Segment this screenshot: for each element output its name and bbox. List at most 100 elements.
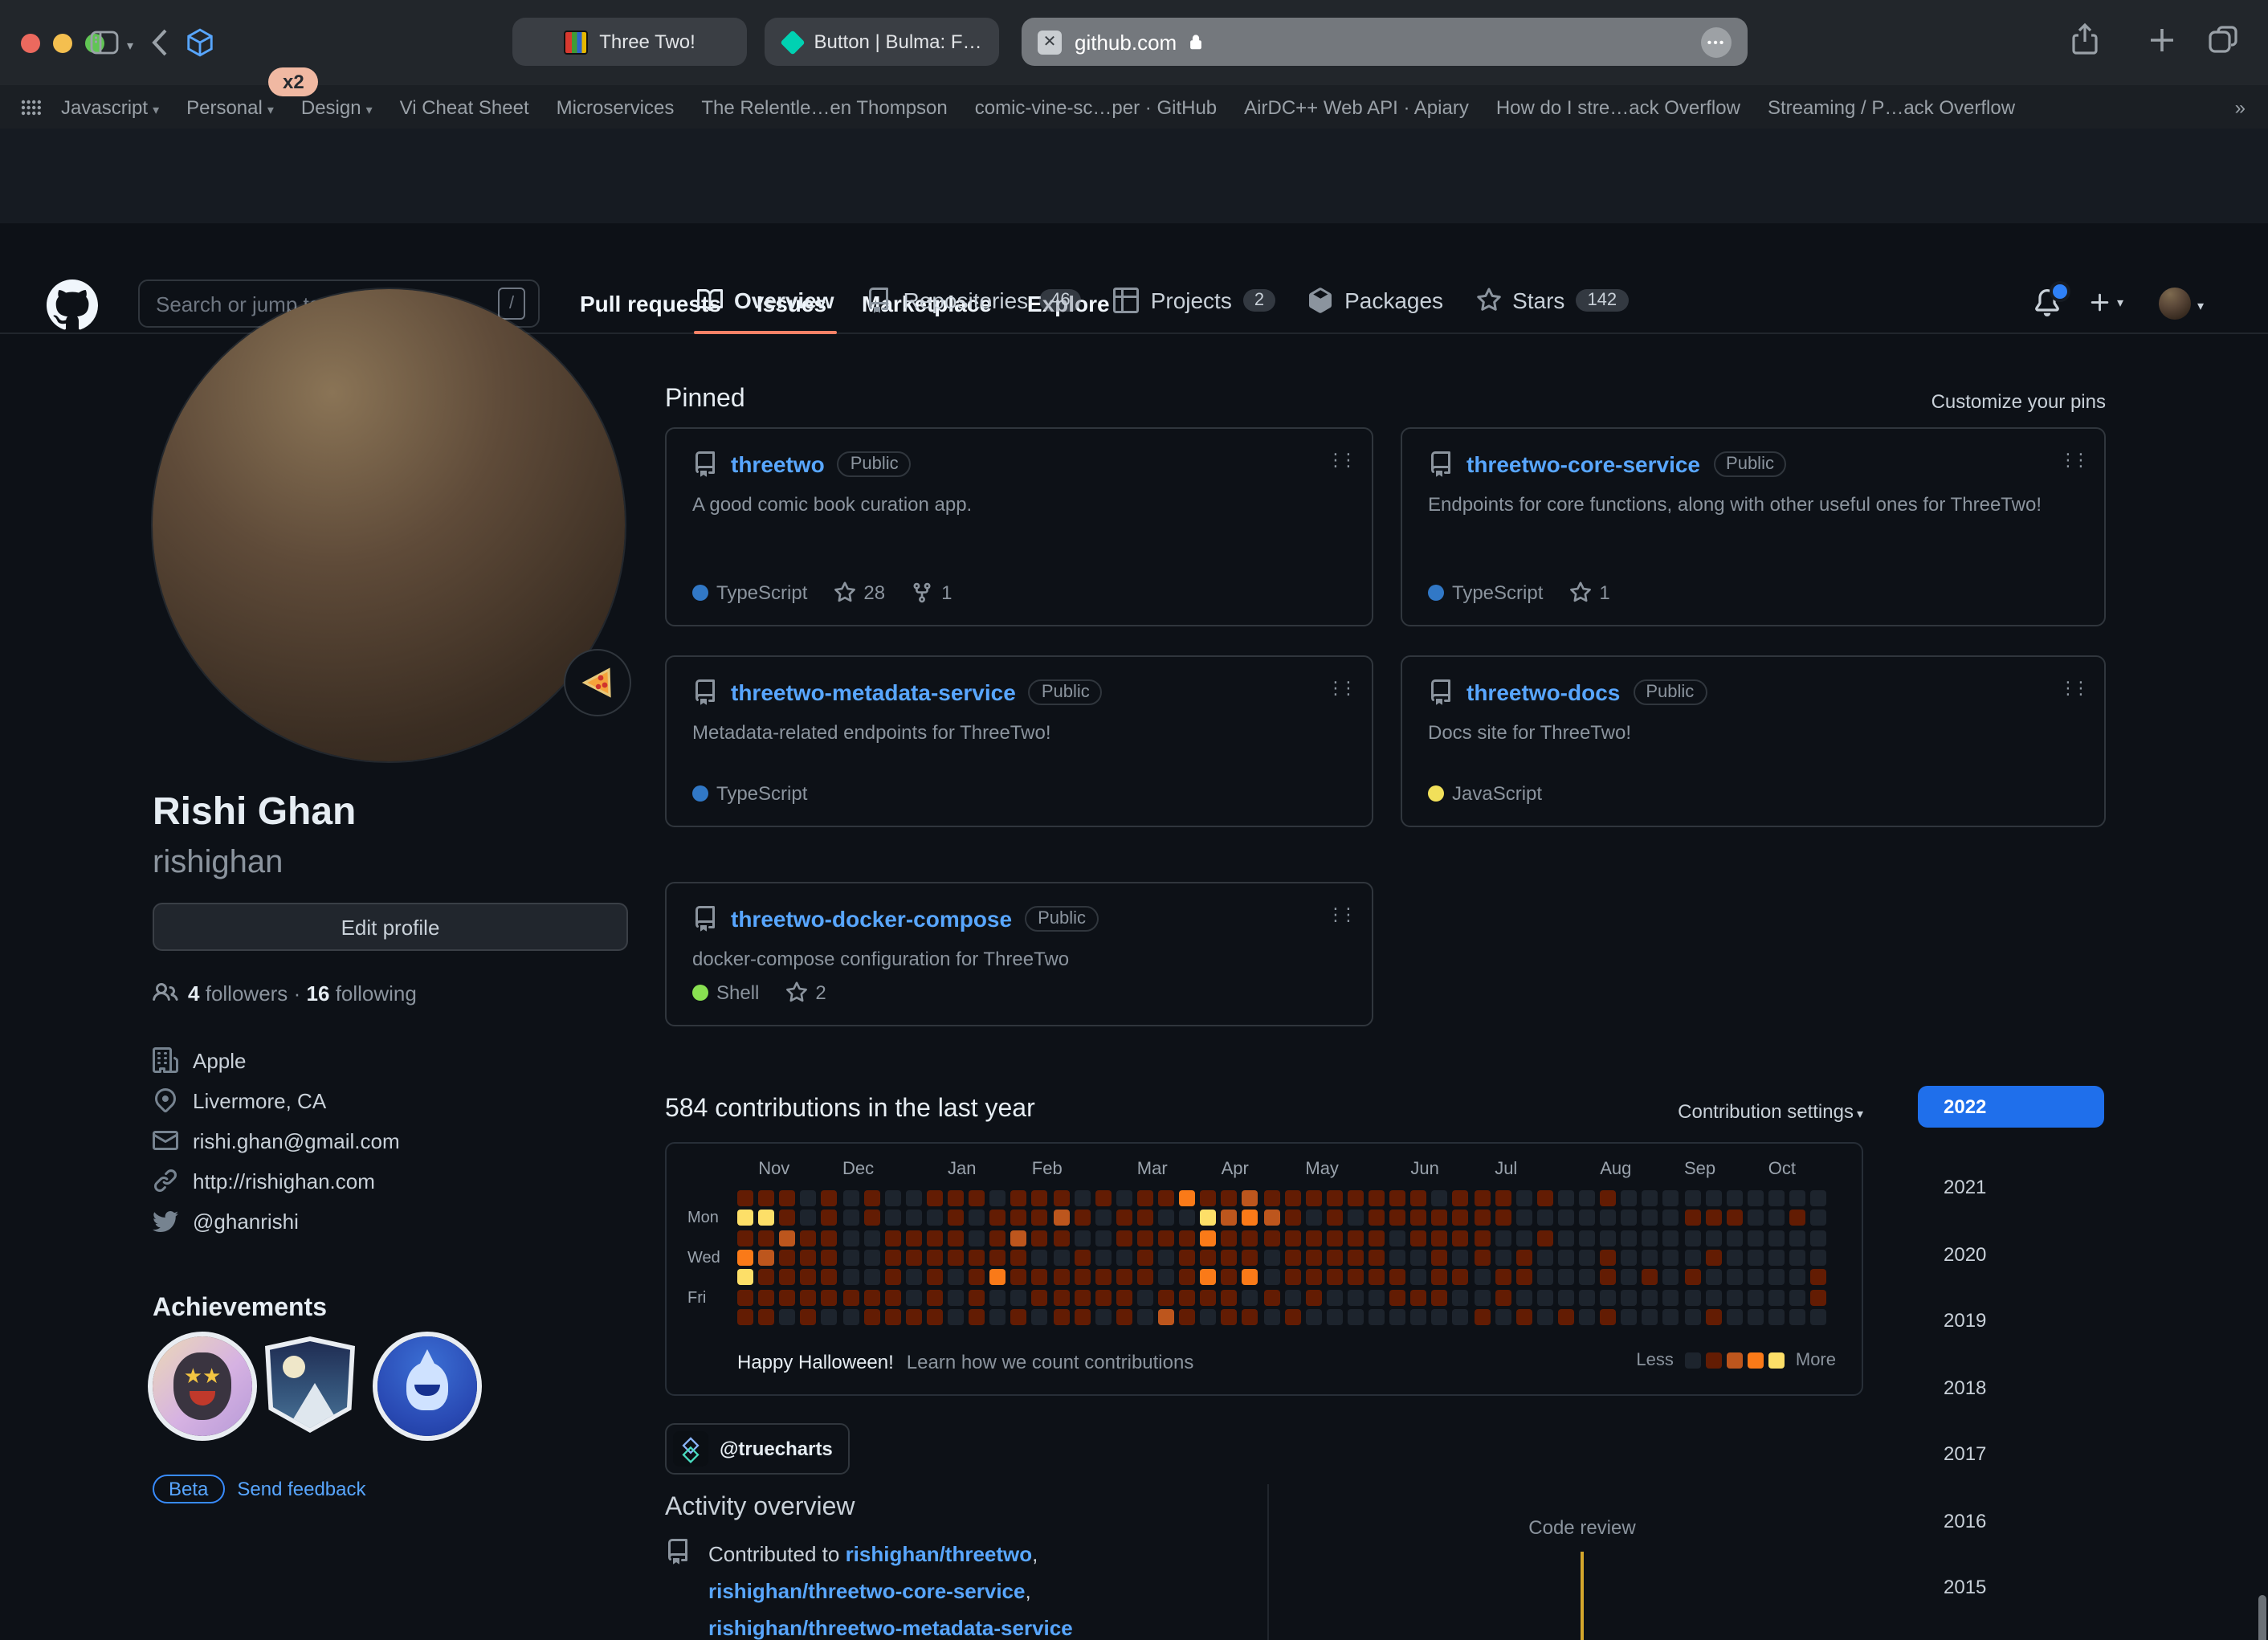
contribution-cell[interactable] (1726, 1190, 1742, 1206)
box-extension-icon[interactable] (185, 27, 215, 58)
contribution-cell[interactable] (1705, 1230, 1721, 1246)
contribution-cell[interactable] (906, 1309, 922, 1325)
contribution-cell[interactable] (1789, 1309, 1805, 1325)
count-contributions-link[interactable]: Learn how we count contributions (907, 1351, 1194, 1373)
contribution-cell[interactable] (969, 1190, 985, 1206)
contribution-cell[interactable] (1621, 1210, 1637, 1226)
contribution-cell[interactable] (842, 1309, 859, 1325)
contribution-cell[interactable] (927, 1190, 943, 1206)
profile-detail-text[interactable]: @ghanrishi (193, 1209, 299, 1233)
contribution-cell[interactable] (1242, 1190, 1258, 1206)
contribution-cell[interactable] (822, 1210, 838, 1226)
contribution-cell[interactable] (1705, 1270, 1721, 1286)
contribution-cell[interactable] (1558, 1250, 1574, 1266)
contribution-cell[interactable] (1284, 1210, 1300, 1226)
contribution-cell[interactable] (1074, 1289, 1090, 1305)
contribution-cell[interactable] (1116, 1270, 1132, 1286)
contribution-cell[interactable] (1158, 1190, 1174, 1206)
contribution-cell[interactable] (779, 1230, 795, 1246)
contribution-cell[interactable] (758, 1289, 774, 1305)
profile-detail-text[interactable]: Livermore, CA (193, 1088, 326, 1112)
contribution-cell[interactable] (1137, 1289, 1153, 1305)
followers-row[interactable]: 4 followers · 16 following (153, 980, 417, 1006)
contribution-cell[interactable] (1284, 1190, 1300, 1206)
contribution-cell[interactable] (1600, 1210, 1616, 1226)
bookmark-item[interactable]: Javascript▾ (61, 96, 159, 118)
contribution-cell[interactable] (1453, 1230, 1469, 1246)
contribution-cell[interactable] (779, 1190, 795, 1206)
contribution-cell[interactable] (801, 1210, 817, 1226)
drag-handle-icon[interactable]: ⋮⋮ (1327, 904, 1352, 925)
contribution-cell[interactable] (1410, 1270, 1426, 1286)
contribution-cell[interactable] (822, 1190, 838, 1206)
contribution-cell[interactable] (1768, 1309, 1785, 1325)
share-icon[interactable] (2069, 21, 2101, 59)
tab-overview[interactable]: Overview (681, 267, 850, 332)
contribution-cell[interactable] (779, 1270, 795, 1286)
contribution-cell[interactable] (1200, 1210, 1216, 1226)
tab-projects[interactable]: Projects2 (1098, 267, 1291, 332)
contribution-cell[interactable] (1222, 1190, 1238, 1206)
contribution-cell[interactable] (884, 1289, 900, 1305)
contribution-cell[interactable] (1642, 1250, 1658, 1266)
contribution-cell[interactable] (1810, 1230, 1826, 1246)
bookmarks-grid-icon[interactable] (21, 99, 42, 115)
org-truecharts-button[interactable]: @truecharts (665, 1423, 850, 1475)
drag-handle-icon[interactable]: ⋮⋮ (2059, 450, 2085, 471)
contribution-cell[interactable] (1116, 1250, 1132, 1266)
contribution-cell[interactable] (1558, 1289, 1574, 1305)
contribution-cell[interactable] (1074, 1190, 1090, 1206)
contribution-cell[interactable] (1158, 1309, 1174, 1325)
contribution-cell[interactable] (1032, 1230, 1048, 1246)
contributed-repo-link[interactable]: rishighan/threetwo-core-service (708, 1579, 1025, 1603)
contribution-cell[interactable] (1748, 1250, 1764, 1266)
contribution-cell[interactable] (1327, 1210, 1343, 1226)
contribution-cell[interactable] (1537, 1270, 1553, 1286)
contribution-cell[interactable] (1410, 1289, 1426, 1305)
contribution-cell[interactable] (1474, 1230, 1490, 1246)
contribution-cell[interactable] (842, 1250, 859, 1266)
address-bar[interactable]: ✕ github.com ••• (1022, 18, 1748, 66)
contribution-cell[interactable] (1369, 1289, 1385, 1305)
contribution-cell[interactable] (1515, 1230, 1532, 1246)
contribution-cell[interactable] (1789, 1190, 1805, 1206)
contribution-cell[interactable] (1474, 1289, 1490, 1305)
contribution-cell[interactable] (1222, 1250, 1238, 1266)
contribution-cell[interactable] (1537, 1190, 1553, 1206)
contribution-cell[interactable] (1789, 1250, 1805, 1266)
contribution-cell[interactable] (863, 1230, 879, 1246)
contribution-cell[interactable] (1327, 1289, 1343, 1305)
contribution-cell[interactable] (1179, 1270, 1195, 1286)
contribution-cell[interactable] (1726, 1210, 1742, 1226)
contribution-cell[interactable] (1495, 1270, 1511, 1286)
contribution-cell[interactable] (1515, 1289, 1532, 1305)
contribution-cell[interactable] (1748, 1289, 1764, 1305)
contribution-cell[interactable] (1305, 1230, 1321, 1246)
contribution-cell[interactable] (1474, 1309, 1490, 1325)
contribution-cell[interactable] (1389, 1309, 1405, 1325)
contribution-cell[interactable] (1389, 1250, 1405, 1266)
contribution-cell[interactable] (1158, 1289, 1174, 1305)
send-feedback-link[interactable]: Send feedback (237, 1478, 365, 1500)
contribution-cell[interactable] (1095, 1210, 1111, 1226)
contribution-cell[interactable] (1011, 1190, 1027, 1206)
contribution-cell[interactable] (1074, 1210, 1090, 1226)
contribution-cell[interactable] (1495, 1210, 1511, 1226)
contribution-cell[interactable] (1222, 1289, 1238, 1305)
year-item[interactable]: 2021 (1944, 1176, 1986, 1198)
contribution-cell[interactable] (737, 1289, 753, 1305)
contribution-cell[interactable] (1200, 1250, 1216, 1266)
contribution-cell[interactable] (1515, 1190, 1532, 1206)
contribution-cell[interactable] (1116, 1190, 1132, 1206)
contribution-cell[interactable] (842, 1289, 859, 1305)
contribution-cell[interactable] (1474, 1250, 1490, 1266)
contribution-cell[interactable] (1410, 1250, 1426, 1266)
contribution-cell[interactable] (1432, 1190, 1448, 1206)
tab-packages[interactable]: Packages (1291, 267, 1459, 332)
contribution-cell[interactable] (1663, 1230, 1679, 1246)
contribution-cell[interactable] (1137, 1210, 1153, 1226)
contribution-cell[interactable] (1200, 1270, 1216, 1286)
contribution-cell[interactable] (1726, 1250, 1742, 1266)
contribution-cell[interactable] (927, 1230, 943, 1246)
contribution-cell[interactable] (1137, 1250, 1153, 1266)
